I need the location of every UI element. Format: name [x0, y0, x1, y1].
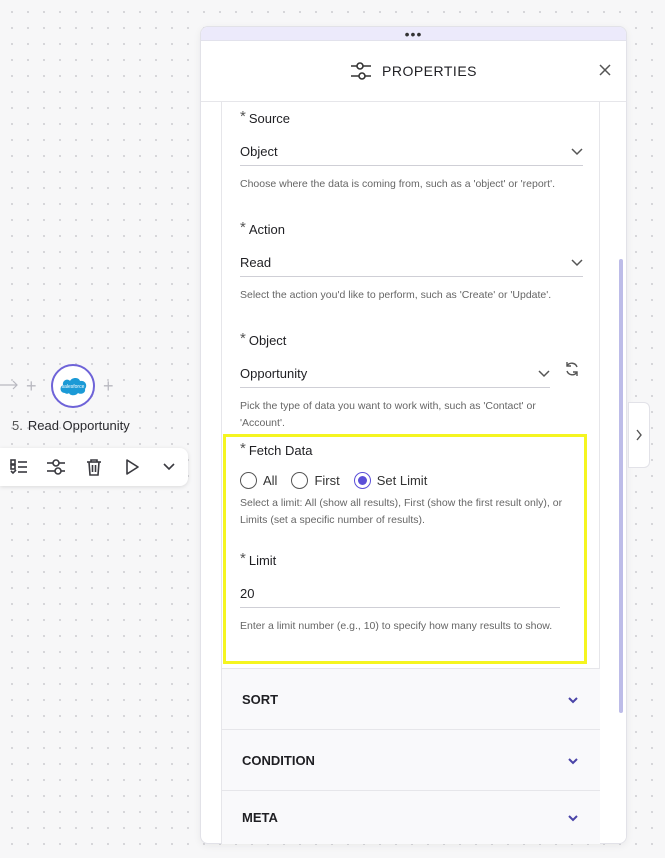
- source-label: * Source: [240, 108, 291, 126]
- source-select[interactable]: Object: [240, 138, 583, 166]
- expand-panel-tab[interactable]: [628, 402, 650, 468]
- source-field: * Source Object Choose where the data is …: [240, 108, 583, 193]
- close-icon: [599, 64, 611, 76]
- source-value: Object: [240, 144, 278, 159]
- scrollbar-track: [600, 103, 626, 843]
- salesforce-node[interactable]: salesforce: [51, 364, 95, 408]
- chevron-down-icon: [538, 366, 550, 381]
- object-value: Opportunity: [240, 366, 308, 381]
- refresh-icon: [566, 362, 578, 376]
- section-sort[interactable]: SORT: [222, 668, 600, 729]
- highlight-box: [223, 434, 587, 664]
- step-number: 5.: [12, 418, 23, 433]
- chevron-right-icon: [636, 429, 642, 441]
- play-icon: [125, 459, 139, 475]
- scrollbar-thumb[interactable]: [619, 259, 623, 713]
- action-field: * Action Read Select the action you'd lik…: [240, 219, 583, 304]
- section-meta[interactable]: META: [222, 790, 600, 844]
- panel-title: PROPERTIES: [382, 63, 477, 79]
- object-select[interactable]: Opportunity: [240, 360, 550, 388]
- action-value: Read: [240, 255, 272, 270]
- chevron-down-icon: [163, 463, 175, 471]
- sliders-icon: [351, 62, 371, 80]
- section-title: META: [242, 810, 278, 825]
- checklist-icon: [9, 459, 27, 475]
- section-title: SORT: [242, 691, 279, 707]
- chevron-down-icon: [568, 692, 578, 707]
- more-button[interactable]: [150, 448, 188, 486]
- object-field: * Object Opportunity Pick the type of dat…: [240, 330, 583, 432]
- chevron-down-icon: [568, 753, 578, 768]
- chevron-down-icon: [571, 255, 583, 270]
- trash-icon: [86, 459, 101, 476]
- action-select[interactable]: Read: [240, 249, 583, 277]
- salesforce-cloud-icon: salesforce: [60, 378, 87, 396]
- step-name: Read Opportunity: [27, 418, 130, 433]
- panel-header: PROPERTIES: [201, 41, 626, 102]
- node-label: 5. Read Opportunity: [12, 418, 130, 433]
- action-label: * Action: [240, 219, 285, 237]
- add-step-before-icon[interactable]: +: [26, 377, 37, 395]
- close-button[interactable]: [598, 63, 612, 77]
- add-step-after-icon[interactable]: +: [103, 377, 114, 395]
- section-condition[interactable]: CONDITION: [222, 729, 600, 790]
- required-marker: *: [240, 219, 246, 236]
- object-help: Pick the type of data you want to work w…: [240, 400, 536, 429]
- node-toolbar: [0, 448, 188, 486]
- connector-arrow: [0, 378, 20, 392]
- refresh-button[interactable]: [564, 361, 580, 382]
- object-label: * Object: [240, 330, 287, 348]
- section-title: CONDITION: [242, 752, 315, 768]
- chevron-down-icon: [568, 810, 578, 825]
- delete-button[interactable]: [75, 448, 113, 486]
- required-marker: *: [240, 108, 246, 125]
- drag-handle[interactable]: •••: [201, 27, 626, 41]
- run-button[interactable]: [113, 448, 151, 486]
- properties-button[interactable]: [38, 448, 76, 486]
- settings-sliders-icon: [47, 459, 66, 475]
- source-help: Choose where the data is coming from, su…: [240, 178, 556, 190]
- chevron-down-icon: [571, 144, 583, 159]
- checklist-button[interactable]: [0, 448, 38, 486]
- action-help: Select the action you'd like to perform,…: [240, 289, 552, 301]
- salesforce-logo-text: salesforce: [62, 384, 85, 390]
- required-marker: *: [240, 330, 246, 347]
